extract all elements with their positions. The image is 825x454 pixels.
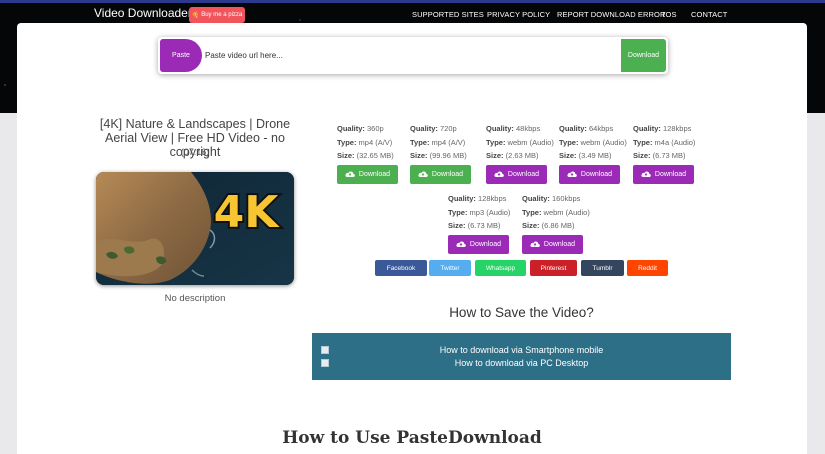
format-size: Size: (6.73 MB) — [633, 151, 686, 160]
video-duration: (07:16) — [180, 147, 210, 157]
format-download-label: Download — [543, 241, 576, 248]
format-type: Type: mp3 (Audio) — [448, 207, 511, 217]
main-nav: SUPPORTED SITES PRIVACY POLICY REPORT DO… — [0, 7, 825, 23]
share-facebook-button[interactable]: Facebook — [375, 260, 427, 276]
cloud-upload-icon — [345, 170, 355, 180]
format-size: Size: (32.65 MB) — [337, 151, 394, 160]
howto-heading: How to Save the Video? — [449, 305, 594, 320]
format-type: Type: webm (Audio) — [522, 207, 590, 217]
format-download-button[interactable]: Download — [633, 165, 694, 184]
format-quality: Quality: 720p — [410, 124, 457, 133]
format-download-label: Download — [507, 171, 540, 178]
format-info: Quality: 360p Type: mp4 (A/V) Size: (32.65… — [337, 122, 417, 163]
cloud-upload-icon — [494, 170, 504, 180]
bottom-heading: How to Use PasteDownload — [282, 428, 542, 448]
video-description: No description — [164, 293, 226, 304]
format-size: Size: (2.63 MB) — [486, 151, 539, 160]
cloud-upload-icon — [418, 170, 428, 180]
format-info: Quality: 720p Type: mp4 (A/V) Size: (99.96… — [410, 122, 490, 163]
share-pinterest-button[interactable]: Pinterest — [530, 260, 577, 276]
navbar: Video Downloader 🍕 Buy me a pizza SUPPOR… — [0, 3, 825, 23]
format-quality: Quality: 160kbps — [522, 194, 581, 203]
format-download-button[interactable]: Download — [559, 165, 620, 184]
format-download-button[interactable]: Download — [448, 235, 509, 254]
thumbnail-image: 4K — [96, 172, 294, 285]
format-download-button[interactable]: Download — [522, 235, 583, 254]
format-download-button[interactable]: Download — [337, 165, 398, 184]
nav-privacy-policy[interactable]: PRIVACY POLICY — [487, 7, 550, 23]
format-size: Size: (3.49 MB) — [559, 151, 612, 160]
share-tumblr-button[interactable]: Tumblr — [581, 260, 624, 276]
format-type: Type: mp4 (A/V) — [410, 137, 466, 147]
howto-desktop-link[interactable]: How to download via PC Desktop — [312, 358, 731, 368]
cloud-upload-icon — [567, 170, 577, 180]
nav-supported-sites[interactable]: SUPPORTED SITES — [412, 7, 484, 23]
format-download-label: Download — [469, 241, 502, 248]
format-download-label: Download — [358, 171, 391, 178]
format-type: Type: mp4 (A/V) — [337, 137, 393, 147]
paste-button[interactable]: Paste — [160, 39, 202, 72]
format-size: Size: (6.73 MB) — [448, 221, 501, 230]
cloud-upload-icon — [641, 170, 651, 180]
format-download-label: Download — [654, 171, 687, 178]
format-quality: Quality: 360p — [337, 124, 384, 133]
cloud-upload-icon — [530, 240, 540, 250]
share-twitter-button[interactable]: Twitter — [429, 260, 471, 276]
format-download-label: Download — [580, 171, 613, 178]
format-info: Quality: 64kbps Type: webm (Audio) Size: (… — [559, 122, 639, 163]
format-quality: Quality: 128kbps — [633, 124, 692, 133]
format-type: Type: webm (Audio) — [559, 137, 627, 147]
format-download-button[interactable]: Download — [486, 165, 547, 184]
url-input[interactable] — [205, 45, 615, 65]
format-info: Quality: 160kbps Type: webm (Audio) Size: … — [522, 192, 602, 233]
nav-report-download-error[interactable]: REPORT DOWNLOAD ERROR — [557, 7, 666, 23]
format-type: Type: m4a (Audio) — [633, 137, 696, 147]
search-download-button[interactable]: Download — [621, 39, 666, 72]
nav-tos[interactable]: TOS — [661, 7, 677, 23]
howto-panel: How to download via Smartphone mobile Ho… — [312, 333, 731, 380]
format-download-button[interactable]: Download — [410, 165, 471, 184]
format-info: Quality: 128kbps Type: mp3 (Audio) Size: (… — [448, 192, 528, 233]
video-thumbnail: 4K — [96, 172, 294, 285]
format-quality: Quality: 128kbps — [448, 194, 507, 203]
share-reddit-button[interactable]: Reddit — [627, 260, 668, 276]
format-size: Size: (6.86 MB) — [522, 221, 575, 230]
format-type: Type: webm (Audio) — [486, 137, 554, 147]
thumbnail-4k-text: 4K — [214, 187, 281, 238]
nav-contact[interactable]: CONTACT — [691, 7, 727, 23]
format-download-label: Download — [431, 171, 464, 178]
cloud-upload-icon — [456, 240, 466, 250]
format-info: Quality: 128kbps Type: m4a (Audio) Size: (… — [633, 122, 713, 163]
format-quality: Quality: 48kbps — [486, 124, 541, 133]
format-quality: Quality: 64kbps — [559, 124, 614, 133]
howto-smartphone-link[interactable]: How to download via Smartphone mobile — [312, 345, 731, 355]
format-info: Quality: 48kbps Type: webm (Audio) Size: (… — [486, 122, 566, 163]
url-search-bar: Paste Download — [158, 37, 668, 74]
share-whatsapp-button[interactable]: Whatsapp — [475, 260, 526, 276]
format-size: Size: (99.96 MB) — [410, 151, 467, 160]
